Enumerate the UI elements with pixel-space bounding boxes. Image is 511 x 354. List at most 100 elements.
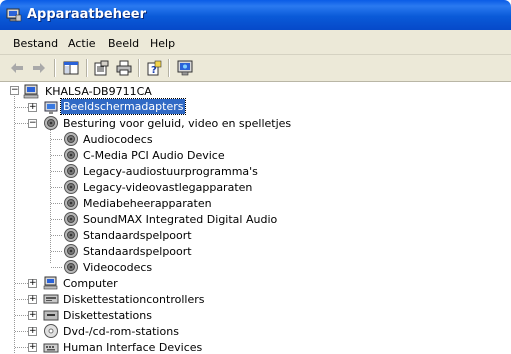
sound-category-label: Besturing voor geluid, video en spelletj… — [63, 117, 292, 130]
dvd-cd-label: Dvd-/cd-rom-stations — [63, 325, 179, 338]
sound-device-label: Audiocodecs — [83, 133, 153, 146]
help-icon: ? — [147, 60, 162, 76]
sound-device-label: Standaardspelpoort — [83, 229, 192, 242]
tree-item-floppy-controllers[interactable]: + Diskettestationcontrollers — [0, 291, 511, 307]
tree-connector — [51, 251, 63, 252]
tree-connector — [51, 267, 63, 268]
menu-bestand[interactable]: Bestand — [13, 37, 58, 50]
tree-root[interactable]: − KHALSA-DB9711CA — [0, 83, 511, 99]
hid-label: Human Interface Devices — [63, 341, 203, 354]
tree-item-hid[interactable]: + Human Interface Devices — [0, 339, 511, 354]
scan-hardware-button[interactable] — [174, 57, 196, 79]
tree-item-floppy-drives[interactable]: + Diskettestations — [0, 307, 511, 323]
tree-connector — [15, 123, 28, 124]
tree-item-sound-video-games[interactable]: − Besturing voor geluid, video en spelle… — [0, 115, 511, 131]
collapse-toggle[interactable]: − — [10, 86, 19, 95]
expand-toggle[interactable]: + — [28, 327, 37, 336]
tree-connector — [15, 347, 28, 348]
tree-connector — [15, 299, 28, 300]
back-arrow-icon — [11, 63, 23, 73]
sound-device-label: Mediabeheerapparaten — [83, 197, 212, 210]
computer-icon — [43, 276, 58, 290]
expand-toggle[interactable]: + — [28, 311, 37, 320]
tree-item-sound-device[interactable]: Standaardspelpoort — [0, 227, 511, 243]
expand-toggle[interactable]: + — [28, 295, 37, 304]
forward-arrow-icon — [33, 63, 45, 73]
tree-connector — [15, 283, 28, 284]
speaker-icon — [64, 180, 78, 194]
toolbar-separator — [168, 59, 170, 77]
computer-manage-icon — [6, 8, 22, 22]
speaker-icon — [64, 132, 78, 146]
tree-item-sound-device[interactable]: C-Media PCI Audio Device — [0, 147, 511, 163]
root-label: KHALSA-DB9711CA — [45, 85, 152, 98]
toolbar-separator — [54, 59, 56, 77]
sound-device-label: Legacy-videovastlegapparaten — [83, 181, 253, 194]
tree-item-sound-device[interactable]: Audiocodecs — [0, 131, 511, 147]
hid-icon — [43, 343, 59, 353]
controller-icon — [43, 294, 59, 304]
sound-device-label: Videocodecs — [83, 261, 153, 274]
print-icon — [116, 60, 132, 76]
scan-hardware-icon — [177, 60, 193, 76]
speaker-icon — [64, 228, 78, 242]
sound-device-label: C-Media PCI Audio Device — [83, 149, 225, 162]
expand-toggle[interactable]: + — [28, 279, 37, 288]
tree-connector — [51, 235, 63, 236]
show-hide-console-tree-button[interactable] — [60, 57, 82, 79]
tree-connector — [15, 107, 28, 108]
help-button[interactable]: ? — [143, 57, 165, 79]
properties-button[interactable] — [90, 57, 112, 79]
expand-toggle[interactable]: + — [28, 103, 37, 112]
title-bar[interactable]: Apparaatbeheer — [0, 0, 511, 30]
tree-connector — [51, 171, 63, 172]
toolbar: ? — [0, 55, 511, 82]
tree-item-computer[interactable]: + Computer — [0, 275, 511, 291]
speaker-icon — [64, 196, 78, 210]
tree-connector — [51, 187, 63, 188]
tree-item-dvd-cd-drives[interactable]: + Dvd-/cd-rom-stations — [0, 323, 511, 339]
tree-connector — [15, 331, 28, 332]
device-manager-window: Apparaatbeheer Bestand Actie Beeld Help — [0, 0, 511, 354]
show-hide-console-tree-icon — [63, 61, 79, 75]
menu-beeld[interactable]: Beeld — [108, 37, 139, 50]
properties-icon — [94, 60, 109, 76]
expand-toggle[interactable]: + — [28, 343, 37, 352]
tree-item-sound-device[interactable]: Legacy-videovastlegapparaten — [0, 179, 511, 195]
collapse-toggle[interactable]: − — [28, 119, 37, 128]
forward-button[interactable] — [28, 57, 50, 79]
tree-connector — [51, 155, 63, 156]
tree-item-sound-device[interactable]: Mediabeheerapparaten — [0, 195, 511, 211]
back-button[interactable] — [6, 57, 28, 79]
tree-item-sound-device[interactable]: Legacy-audiostuurprogramma's — [0, 163, 511, 179]
tree-item-display-adapters[interactable]: + Beeldschermadapters — [0, 98, 511, 115]
menu-bar: Bestand Actie Beeld Help — [0, 30, 511, 55]
tree-connector — [51, 139, 63, 140]
display-adapters-label: Beeldschermadapters — [59, 98, 187, 115]
tree-item-sound-device[interactable]: Standaardspelpoort — [0, 243, 511, 259]
tree-connector — [15, 315, 28, 316]
speaker-icon — [64, 260, 78, 274]
tree-item-sound-device[interactable]: Videocodecs — [0, 259, 511, 275]
speaker-icon — [44, 116, 58, 130]
speaker-icon — [64, 244, 78, 258]
toolbar-separator — [138, 59, 140, 77]
sound-device-label: Legacy-audiostuurprogramma's — [83, 165, 258, 178]
tree-item-sound-device[interactable]: SoundMAX Integrated Digital Audio — [0, 211, 511, 227]
menu-actie[interactable]: Actie — [68, 37, 96, 50]
floppy-controllers-label: Diskettestationcontrollers — [63, 293, 205, 306]
floppy-drive-icon — [43, 310, 59, 321]
speaker-icon — [64, 164, 78, 178]
print-button[interactable] — [113, 57, 135, 79]
menu-help[interactable]: Help — [150, 37, 175, 50]
display-adapter-icon — [44, 101, 58, 114]
cd-drive-icon — [44, 324, 58, 338]
toolbar-separator — [86, 59, 88, 77]
computer-icon — [23, 84, 39, 99]
sound-device-label: SoundMAX Integrated Digital Audio — [83, 213, 278, 226]
computer-label: Computer — [63, 277, 118, 290]
tree-connector — [51, 219, 63, 220]
device-tree: − KHALSA-DB9711CA + Beeldschermadapters … — [0, 82, 511, 354]
floppy-drives-label: Diskettestations — [63, 309, 152, 322]
speaker-icon — [64, 148, 78, 162]
